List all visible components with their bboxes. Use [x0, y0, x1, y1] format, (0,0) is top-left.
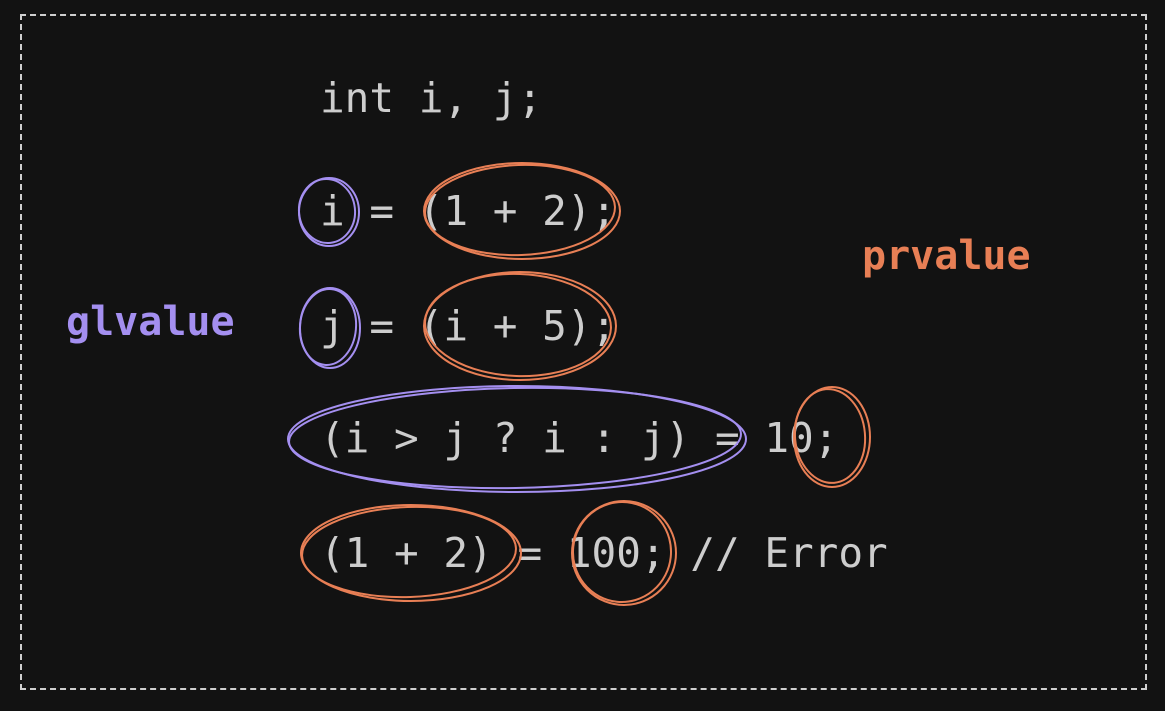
code-line-error-assign: (1 + 2) = 100; // Error: [320, 529, 888, 577]
glvalue-label: glvalue: [66, 299, 235, 345]
code-line-declaration: int i, j;: [320, 74, 543, 122]
prvalue-label: prvalue: [862, 233, 1031, 279]
dashed-frame: [20, 14, 1147, 690]
code-line-assign-j: j = (i + 5);: [320, 302, 617, 350]
code-line-conditional-assign: (i > j ? i : j) = 10;: [320, 414, 839, 462]
code-line-assign-i: i = (1 + 2);: [320, 187, 617, 235]
